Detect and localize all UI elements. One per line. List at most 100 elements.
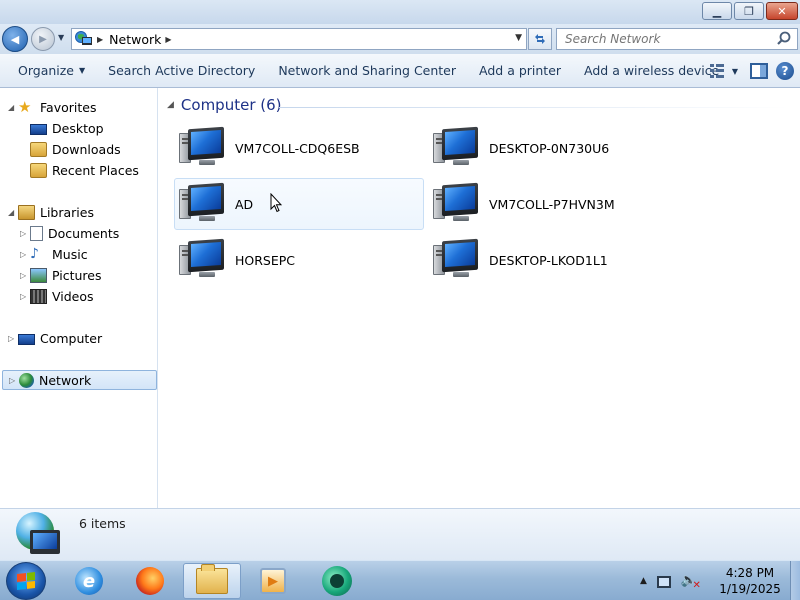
address-bar[interactable]: ▶ Network ▶ ▼	[71, 28, 527, 50]
tree-item-videos[interactable]: ▷ Videos	[20, 286, 94, 306]
tree-label: Downloads	[52, 141, 121, 157]
add-wireless-device-button[interactable]: Add a wireless device	[577, 58, 726, 84]
change-view-button[interactable]: ▼	[706, 60, 742, 82]
refresh-icon	[535, 34, 545, 44]
start-button[interactable]	[6, 562, 46, 600]
group-header-computer[interactable]: ◢ Computer (6)	[167, 96, 282, 114]
computer-name: DESKTOP-0N730U6	[489, 140, 610, 156]
computer-name: DESKTOP-LKOD1L1	[489, 252, 608, 268]
maximize-button[interactable]: ❐	[734, 2, 764, 20]
tree-label: Favorites	[40, 99, 97, 115]
computer-tile[interactable]: VM7COLL-P7HVN3M	[428, 178, 678, 230]
downloads-folder-icon	[30, 141, 47, 157]
close-button[interactable]: ✕	[766, 2, 798, 20]
show-hidden-icons-icon[interactable]: ▲	[640, 576, 647, 586]
view-options-icon	[709, 64, 726, 78]
item-count: 6 items	[79, 516, 126, 531]
tree-item-music[interactable]: ▷ ♪ Music	[20, 244, 88, 264]
organize-button[interactable]: Organize ▼	[11, 58, 92, 84]
taskbar: e ▶ ▲ 🔈 ✕ 4:28 PM 1/19/2025	[0, 560, 800, 600]
videos-icon	[30, 288, 47, 304]
pictures-icon	[30, 267, 47, 283]
forward-button[interactable]: ▶	[31, 27, 55, 51]
chevron-down-icon: ▼	[79, 66, 86, 75]
computer-icon	[179, 126, 225, 168]
computer-tile[interactable]: VM7COLL-CDQ6ESB	[174, 122, 424, 174]
tree-label: Music	[52, 246, 88, 262]
expand-triangle-icon[interactable]: ◢	[8, 103, 18, 112]
command-bar: Organize ▼ Search Active Directory Netwo…	[0, 54, 800, 88]
show-desktop-button[interactable]	[790, 561, 800, 600]
network-status-icon[interactable]	[656, 576, 671, 588]
taskbar-green-app[interactable]	[308, 563, 366, 599]
collapse-group-icon[interactable]: ◢	[167, 100, 174, 110]
tree-item-documents[interactable]: ▷ Documents	[20, 223, 119, 243]
clock-time: 4:28 PM	[725, 566, 775, 580]
computer-name: VM7COLL-CDQ6ESB	[235, 140, 360, 156]
tree-libraries[interactable]: ◢ Libraries	[8, 202, 94, 222]
help-icon[interactable]: ?	[776, 62, 794, 80]
collapse-triangle-icon[interactable]: ▷	[20, 271, 30, 280]
internet-explorer-icon: e	[75, 567, 103, 595]
network-icon	[19, 372, 34, 388]
refresh-button[interactable]	[528, 28, 552, 50]
collapse-triangle-icon[interactable]: ▷	[20, 292, 30, 301]
tree-item-desktop[interactable]: Desktop	[30, 118, 104, 138]
breadcrumb-separator-icon[interactable]: ▶	[97, 35, 103, 44]
preview-pane-icon[interactable]	[750, 63, 768, 79]
tree-item-downloads[interactable]: Downloads	[30, 139, 121, 159]
network-sharing-center-button[interactable]: Network and Sharing Center	[271, 58, 463, 84]
taskbar-media-player[interactable]: ▶	[244, 563, 302, 599]
breadcrumb-separator-icon[interactable]: ▶	[165, 35, 171, 44]
window-title-bar: ▁ ❐ ✕	[0, 0, 800, 24]
recent-pages-dropdown[interactable]: ▼	[58, 33, 64, 42]
collapse-triangle-icon[interactable]: ▷	[20, 229, 30, 238]
collapse-triangle-icon[interactable]: ▷	[20, 250, 30, 259]
minimize-button[interactable]: ▁	[702, 2, 732, 20]
search-icon[interactable]	[775, 30, 793, 48]
tree-label: Libraries	[40, 204, 94, 220]
collapse-triangle-icon[interactable]: ▷	[9, 376, 19, 385]
tree-item-pictures[interactable]: ▷ Pictures	[20, 265, 102, 285]
collapse-triangle-icon[interactable]: ▷	[8, 334, 18, 343]
computer-tile[interactable]: DESKTOP-LKOD1L1	[428, 234, 678, 286]
search-active-directory-button[interactable]: Search Active Directory	[101, 58, 262, 84]
computer-icon	[179, 182, 225, 224]
documents-icon	[30, 225, 43, 241]
back-arrow-icon: ◀	[10, 32, 20, 46]
network-icon	[75, 31, 93, 47]
green-app-icon	[322, 566, 352, 596]
search-input[interactable]	[557, 30, 775, 48]
breadcrumb-network[interactable]: Network	[109, 32, 161, 47]
computer-name: AD	[235, 196, 254, 212]
tree-network[interactable]: ▷ Network	[2, 370, 157, 390]
tree-favorites[interactable]: ◢ ★ Favorites	[8, 97, 96, 117]
recent-places-icon	[30, 162, 47, 178]
file-list: ◢ Computer (6) VM7COLL-CDQ6ESB DESKTOP-0…	[159, 88, 800, 508]
add-printer-button[interactable]: Add a printer	[472, 58, 568, 84]
computer-tile[interactable]: DESKTOP-0N730U6	[428, 122, 678, 174]
computer-tile[interactable]: AD	[174, 178, 424, 230]
taskbar-windows-explorer[interactable]	[183, 563, 241, 599]
volume-muted-icon[interactable]: 🔈 ✕	[681, 573, 701, 591]
expand-triangle-icon[interactable]: ◢	[8, 208, 18, 217]
chevron-down-icon: ▼	[731, 66, 738, 76]
mouse-cursor-icon	[270, 193, 282, 213]
windows-logo-icon	[17, 572, 35, 590]
tree-label: Documents	[48, 225, 120, 241]
address-history-dropdown[interactable]: ▼	[515, 33, 522, 43]
computer-name: HORSEPC	[235, 252, 296, 268]
music-icon: ♪	[30, 245, 39, 262]
tree-item-recent-places[interactable]: Recent Places	[30, 160, 139, 180]
taskbar-internet-explorer[interactable]: e	[60, 563, 118, 599]
computer-icon	[18, 333, 35, 345]
taskbar-firefox[interactable]	[121, 563, 179, 599]
computer-tile[interactable]: HORSEPC	[174, 234, 424, 286]
tree-label: Videos	[52, 288, 94, 304]
tree-computer[interactable]: ▷ Computer	[8, 328, 102, 348]
computer-icon	[433, 182, 479, 224]
search-box[interactable]	[556, 28, 798, 50]
details-pane: 6 items	[0, 508, 800, 560]
back-button[interactable]: ◀	[2, 26, 28, 52]
clock[interactable]: 4:28 PM 1/19/2025	[716, 565, 784, 597]
